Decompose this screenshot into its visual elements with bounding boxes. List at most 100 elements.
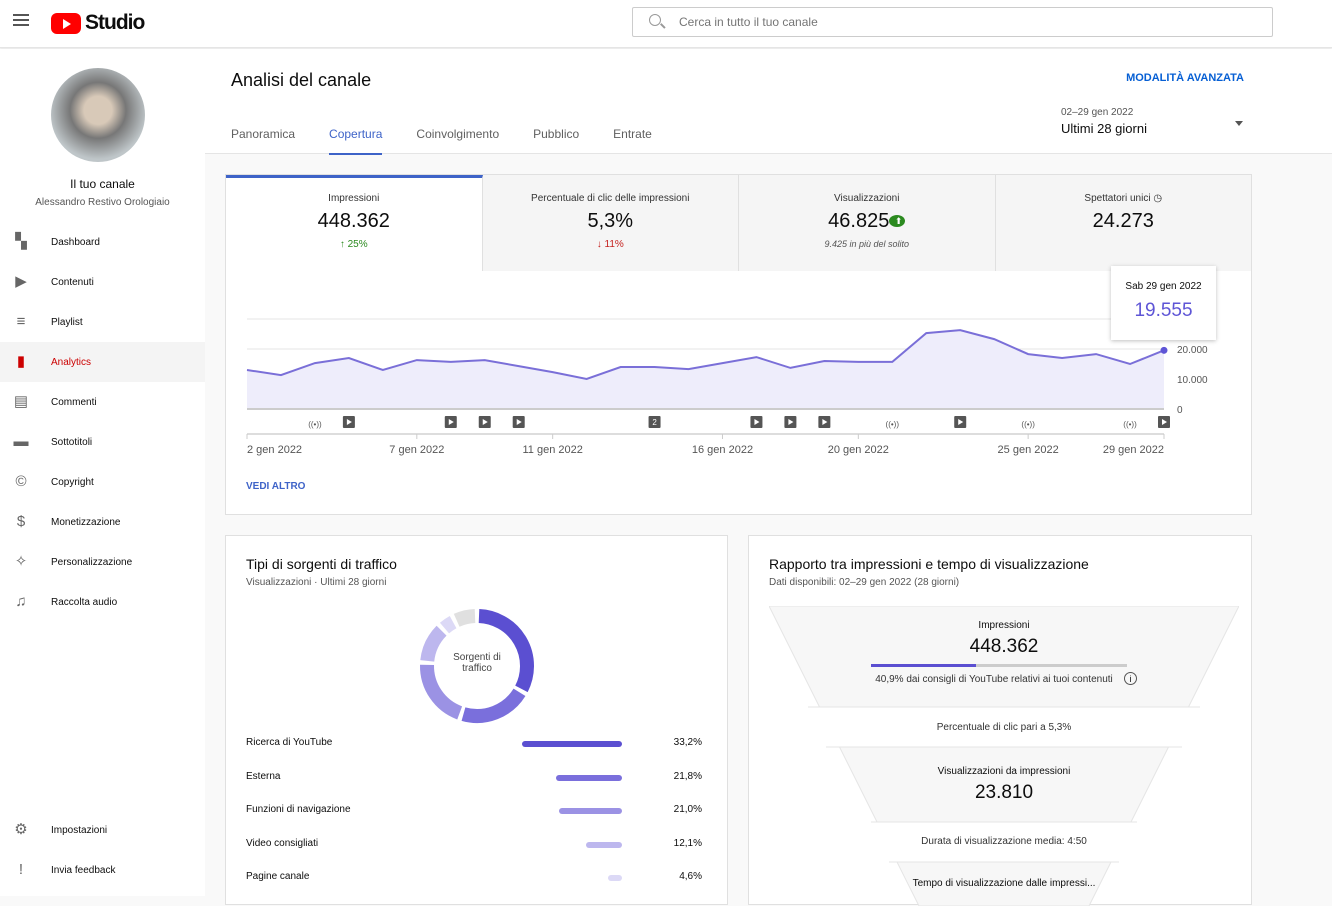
tab-copertura[interactable]: Copertura [329,127,383,155]
subtitles-icon: ▬ [13,433,29,450]
card-subtitle: Dati disponibili: 02–29 gen 2022 (28 gio… [769,577,960,588]
views-label: Visualizzazioni da impressioni [937,766,1071,777]
sidebar-item-commenti[interactable]: ▤ Commenti [0,382,205,422]
traffic-bar [608,875,622,881]
content-icon: ▶ [15,273,27,290]
arrow-up-circle-icon: ⬆ [889,215,906,228]
metric-value: 24.273 [1092,210,1154,232]
overview-card: Impressioni 448.362 ↑ 25% Percentuale di cl… [225,174,1252,515]
video-count-label: 2 [652,418,657,427]
see-more-link[interactable]: VEDI ALTRO [246,481,305,492]
menu-icon[interactable] [13,14,29,26]
sidebar-item-analytics[interactable]: ▮ Analytics [0,342,205,382]
playlist-icon: ≡ [16,313,26,330]
traffic-source-row[interactable]: Ricerca di YouTube 33,2% [246,737,702,753]
traffic-source-row[interactable]: Video consigliati 12,1% [246,838,702,854]
card-subtitle: Visualizzazioni · Ultimi 28 giorni [246,577,387,588]
impressions-label: Impressioni [978,620,1030,631]
data-point [1160,346,1168,354]
main: Analisi del canale MODALITÀ AVANZATA Pan… [205,49,1332,906]
traffic-bar [522,741,622,747]
sidebar-item-sottotitoli[interactable]: ▬ Sottotitoli [0,422,205,462]
live-stream-icon: ((•)) [308,420,322,429]
search-input[interactable] [679,15,1239,29]
date-range-picker[interactable]: 02–29 gen 2022 Ultimi 28 giorni [1061,107,1147,136]
sidebar-item-playlist[interactable]: ≡ Playlist [0,302,205,342]
metric-label: Percentuale di clic delle impressioni [531,193,690,204]
x-tick-label: 29 gen 2022 [1103,444,1164,456]
dashboard-icon: ▚ [15,233,27,250]
channel-title: Il tuo canale [70,177,135,191]
traffic-sources-card: Tipi di sorgenti di traffico Visualizzaz… [225,535,728,905]
live-stream-icon: ((•)) [886,420,900,429]
live-stream-icon: ((•)) [1123,420,1137,429]
sidebar-item-raccolta-audio[interactable]: ♫ Raccolta audio [0,582,205,622]
chart-tooltip: Sab 29 gen 2022 19.555 [1111,266,1216,340]
y-tick-label: 20.000 [1177,345,1208,356]
card-title: Rapporto tra impressioni e tempo di visu… [769,556,1089,572]
x-tick-label: 20 gen 2022 [828,444,889,456]
page-title: Analisi del canale [231,70,372,90]
metric-tab[interactable]: Visualizzazioni 46.825 ⬆ 9.425 in più del … [739,175,996,271]
ctr-text: Percentuale di clic pari a 5,3% [936,722,1072,733]
feedback-icon: ! [18,861,24,878]
watch-time-text: Tempo di visualizzazione dalle impressi.… [912,878,1096,889]
metric-label: Impressioni [328,193,380,204]
youtube-logo-icon [51,12,81,34]
metric-value: 46.825 ⬆ [739,210,995,233]
views-chart[interactable]: 0 10.000 20.000 ((•)) 2 ((•)) ((•)) ((•)) 2 gen … [226,300,1253,500]
gear-icon: ⚙ [14,821,28,838]
x-tick-label: 16 gen 2022 [692,444,753,456]
magic-wand-icon: ✧ [14,553,28,570]
dollar-icon: $ [16,513,26,530]
traffic-source-row[interactable]: Pagine canale 4,6% [246,871,702,887]
sidebar-item-invia-feedback[interactable]: ! Invia feedback [0,850,205,890]
traffic-bar [585,841,622,848]
donut-segment [453,609,476,627]
studio-logo[interactable]: Studio [51,11,145,35]
x-tick-label: 11 gen 2022 [522,444,582,456]
traffic-bar [558,808,622,814]
metric-tab[interactable]: Percentuale di clic delle impressioni 5,3… [482,175,739,271]
metric-label: Visualizzazioni [834,193,900,204]
tab-pubblico[interactable]: Pubblico [533,127,579,155]
x-tick-label: 2 gen 2022 [247,444,302,456]
tab-entrate[interactable]: Entrate [613,127,652,155]
donut-label: Sorgenti di traffico [453,652,501,674]
traffic-source-row[interactable]: Esterna 21,8% [246,771,702,787]
advanced-mode-link[interactable]: MODALITÀ AVANZATA [1126,72,1244,84]
search-icon [649,14,661,26]
avatar[interactable] [51,68,145,162]
comments-icon: ▤ [13,393,29,410]
tab-panoramica[interactable]: Panoramica [231,127,295,155]
sidebar-item-copyright[interactable]: © Copyright [0,462,205,502]
x-tick-label: 7 gen 2022 [389,444,444,456]
sidebar: Il tuo canale Alessandro Restivo Orologi… [0,49,205,896]
arrow-up-icon: ↑ [339,239,348,250]
info-icon[interactable]: i [1124,672,1137,685]
y-tick-label: 10.000 [1177,375,1208,386]
channel-name: Alessandro Restivo Orologiaio [35,197,170,208]
recommend-progress [871,664,1127,667]
y-tick-label: 0 [1177,405,1183,416]
clock-icon: ◷ [1150,193,1163,204]
funnel-card: Rapporto tra impressioni e tempo di visu… [748,535,1252,906]
top-bar: Studio [0,0,1332,48]
sidebar-item-impostazioni[interactable]: ⚙ Impostazioni [0,810,205,850]
tab-coinvolgimento[interactable]: Coinvolgimento [416,127,499,155]
sidebar-item-contenuti[interactable]: ▶ Contenuti [0,262,205,302]
traffic-source-row[interactable]: Funzioni di navigazione 21,0% [246,804,702,820]
avg-duration-text: Durata di visualizzazione media: 4:50 [921,836,1087,847]
copyright-icon: © [15,473,27,490]
donut-segment [439,615,457,634]
sidebar-item-dashboard[interactable]: ▚ Dashboard [0,222,205,262]
chevron-down-icon[interactable] [1235,121,1243,126]
search-box[interactable] [632,7,1273,37]
sidebar-item-monetizzazione[interactable]: $ Monetizzazione [0,502,205,542]
metric-label: Spettatori unici ◷ [1084,193,1163,204]
page-header: Analisi del canale MODALITÀ AVANZATA Pan… [205,49,1332,155]
metric-tab[interactable]: Spettatori unici ◷ 24.273 [995,175,1252,271]
views-value: 23.810 [974,782,1034,803]
sidebar-item-personalizzazione[interactable]: ✧ Personalizzazione [0,542,205,582]
metric-tab[interactable]: Impressioni 448.362 ↑ 25% [226,175,483,271]
